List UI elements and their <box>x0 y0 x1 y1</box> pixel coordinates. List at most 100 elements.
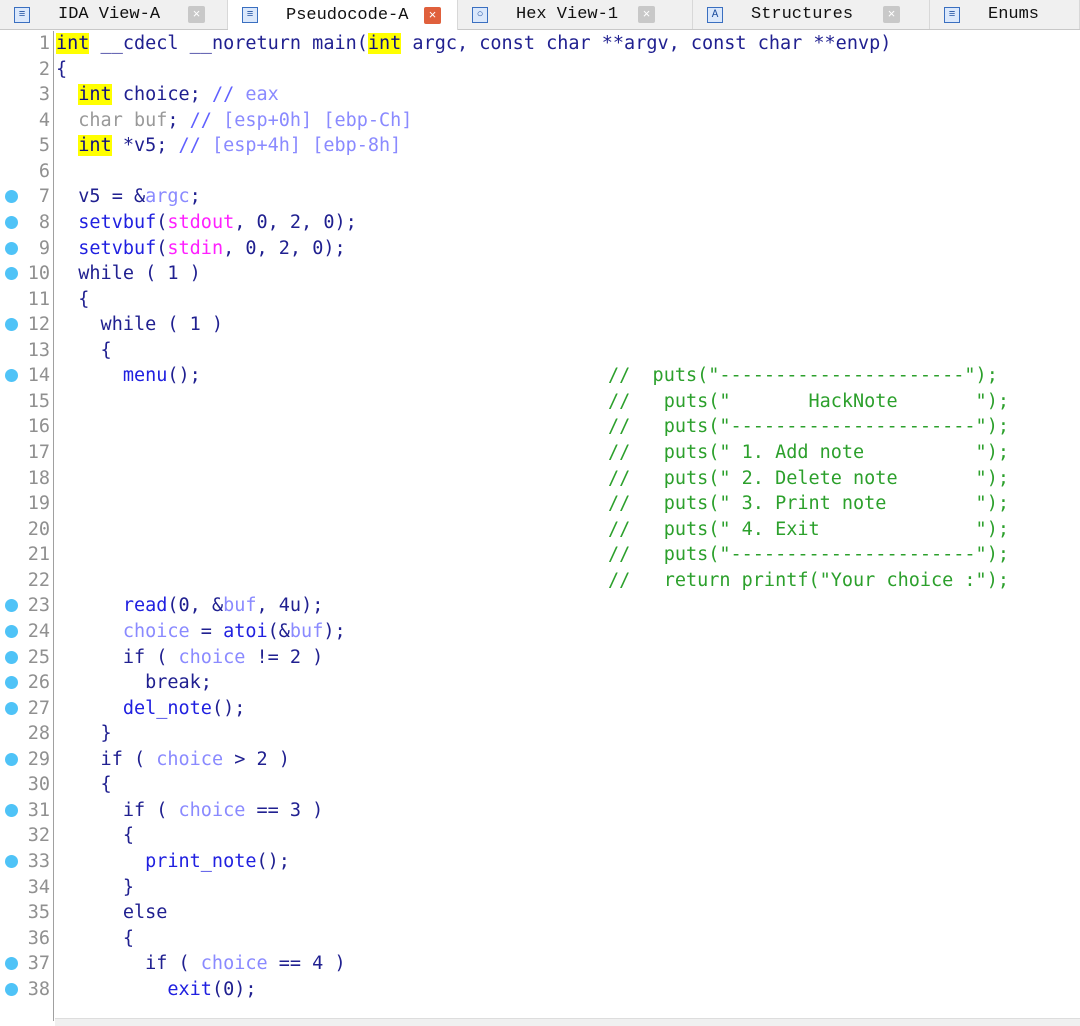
tab-label: Structures <box>751 5 854 24</box>
pseudocode-icon: ≡ <box>242 7 258 23</box>
code-token: , 4u); <box>256 595 324 617</box>
code-line[interactable]: 14 menu(); // puts("---------------------… <box>0 363 1080 389</box>
code-line[interactable]: 16 // puts("----------------------"); <box>0 414 1080 440</box>
code-comment: // puts(" 2. Delete note "); <box>608 467 1009 489</box>
code-line[interactable]: 22 // return printf("Your choice :"); <box>0 568 1080 594</box>
code-text: { <box>56 823 134 849</box>
code-line[interactable]: 36 { <box>0 926 1080 952</box>
close-tab-icon[interactable]: × <box>188 6 205 23</box>
code-text: if ( choice > 2 ) <box>56 747 290 773</box>
tab-bar: ≡ IDA View-A × ≡ Pseudocode-A × ○ Hex View-1 × A S… <box>0 0 1080 30</box>
code-token: ; <box>189 186 201 208</box>
code-line[interactable]: 34 } <box>0 875 1080 901</box>
code-token: if ( <box>56 799 179 821</box>
code-token: else <box>56 902 168 924</box>
line-number: 15 <box>27 390 50 412</box>
line-number: 2 <box>38 58 50 80</box>
code-line[interactable]: 33 print_note(); <box>0 849 1080 875</box>
code-line[interactable]: 8 setvbuf(stdout, 0, 2, 0); <box>0 210 1080 236</box>
code-comment: // puts("----------------------"); <box>608 544 1009 566</box>
code-line[interactable]: 5 int *v5; // [esp+4h] [ebp-8h] <box>0 133 1080 159</box>
code-token: { <box>56 774 112 796</box>
code-token: setvbuf <box>78 237 157 259</box>
tab-hex-view-1[interactable]: ○ Hex View-1 × <box>458 0 693 29</box>
code-line[interactable]: 27 del_note(); <box>0 696 1080 722</box>
close-tab-icon[interactable]: × <box>883 6 900 23</box>
code-token: eax <box>245 84 279 106</box>
code-line[interactable]: 20 // puts(" 4. Exit "); <box>0 517 1080 543</box>
line-number: 25 <box>27 646 50 668</box>
line-number: 30 <box>27 774 50 796</box>
code-line[interactable]: 15 // puts(" HackNote "); <box>0 389 1080 415</box>
code-line[interactable]: 37 if ( choice == 4 ) <box>0 951 1080 977</box>
line-number: 3 <box>38 84 50 106</box>
code-text: if ( choice == 4 ) <box>56 951 346 977</box>
tab-label: Enums <box>988 5 1040 24</box>
code-line[interactable]: 3 int choice; // eax <box>0 82 1080 108</box>
code-line[interactable]: 13 { <box>0 338 1080 364</box>
enums-icon: ≡ <box>944 6 960 23</box>
code-line[interactable]: 25 if ( choice != 2 ) <box>0 645 1080 671</box>
line-number: 10 <box>27 263 50 285</box>
code-text: choice = atoi(&buf); <box>56 619 346 645</box>
line-number: 7 <box>38 186 50 208</box>
close-tab-icon[interactable]: × <box>424 6 441 24</box>
code-line[interactable]: 4 char buf; // [esp+0h] [ebp-Ch] <box>0 108 1080 134</box>
tab-label: IDA View-A <box>58 5 161 24</box>
code-line[interactable]: 19 // puts(" 3. Print note "); <box>0 491 1080 517</box>
code-token: = <box>189 620 224 642</box>
code-line[interactable]: 35 else <box>0 900 1080 926</box>
code-line[interactable]: 21 // puts("----------------------"); <box>0 542 1080 568</box>
code-line[interactable]: 7 v5 = &argc; <box>0 184 1080 210</box>
code-line[interactable]: 24 choice = atoi(&buf); <box>0 619 1080 645</box>
code-token: // <box>189 109 224 131</box>
code-line[interactable]: 9 setvbuf(stdin, 0, 2, 0); <box>0 236 1080 262</box>
code-token: (); <box>211 697 246 719</box>
code-token: exit <box>167 978 212 1000</box>
code-comment: // puts("----------------------"); <box>608 416 1009 438</box>
hex-icon: ○ <box>472 6 488 23</box>
line-number: 14 <box>27 365 50 387</box>
code-line[interactable]: 31 if ( choice == 3 ) <box>0 798 1080 824</box>
code-line[interactable]: 6 <box>0 159 1080 185</box>
code-token: > 2 ) <box>223 748 290 770</box>
code-line[interactable]: 12 while ( 1 ) <box>0 312 1080 338</box>
code-line[interactable]: 10 while ( 1 ) <box>0 261 1080 287</box>
code-line[interactable]: 18 // puts(" 2. Delete note "); <box>0 466 1080 492</box>
line-number: 34 <box>27 876 50 898</box>
code-line[interactable]: 32 { <box>0 823 1080 849</box>
tab-enums[interactable]: ≡ Enums <box>930 0 1080 29</box>
tab-pseudocode-a[interactable]: ≡ Pseudocode-A × <box>228 0 458 30</box>
code-token: if ( <box>56 646 179 668</box>
code-token: if ( <box>56 748 157 770</box>
code-line[interactable]: 28 } <box>0 721 1080 747</box>
code-token: int <box>56 33 90 54</box>
code-line[interactable]: 26 break; <box>0 670 1080 696</box>
code-line[interactable]: 23 read(0, &buf, 4u); <box>0 593 1080 619</box>
pseudocode-view[interactable]: 1 int __cdecl __noreturn main(int argc, c… <box>0 31 1080 1016</box>
line-number: 13 <box>27 339 50 361</box>
code-line[interactable]: 38 exit(0); <box>0 977 1080 1003</box>
code-line[interactable]: 30 { <box>0 772 1080 798</box>
code-comment: // puts(" 3. Print note "); <box>608 493 1009 515</box>
code-token: choice <box>122 620 190 642</box>
code-token: != 2 ) <box>245 646 324 668</box>
code-line[interactable]: 2{ <box>0 57 1080 83</box>
tab-ida-view-a[interactable]: ≡ IDA View-A × <box>0 0 228 29</box>
code-token: buf <box>223 595 257 617</box>
code-line[interactable]: 17 // puts(" 1. Add note "); <box>0 440 1080 466</box>
line-number: 31 <box>27 799 50 821</box>
code-text: int choice; // eax <box>56 82 279 108</box>
code-text: exit(0); <box>56 977 256 1003</box>
line-number: 37 <box>27 953 50 975</box>
tab-structures[interactable]: A Structures × <box>693 0 930 29</box>
code-line[interactable]: 11 { <box>0 287 1080 313</box>
close-tab-icon[interactable]: × <box>638 6 655 23</box>
code-token: argc, const char **argv, const char **en… <box>401 33 892 54</box>
line-number: 5 <box>38 135 50 157</box>
code-line[interactable]: 29 if ( choice > 2 ) <box>0 747 1080 773</box>
code-line[interactable]: 1 int __cdecl __noreturn main(int argc, c… <box>0 31 1080 57</box>
code-text: int *v5; // [esp+4h] [ebp-8h] <box>56 133 401 159</box>
